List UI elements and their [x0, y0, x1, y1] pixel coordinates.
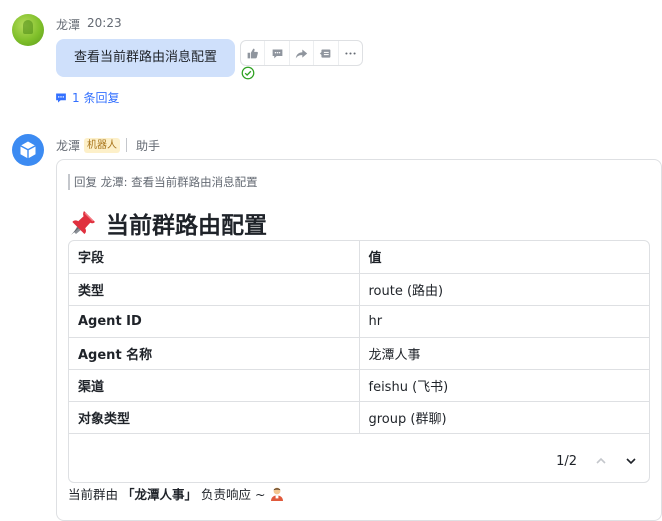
field-cell: 对象类型	[69, 401, 360, 434]
card-title-text: 当前群路由配置	[106, 213, 267, 239]
message-toolbar	[240, 40, 363, 66]
table-row: Agent 名称 龙潭人事	[69, 337, 649, 370]
table-row: 对象类型 group (群聊)	[69, 401, 649, 434]
reply-quote[interactable]: 回复 龙潭: 查看当前群路由消息配置	[68, 174, 258, 190]
chevron-down-icon[interactable]	[625, 455, 637, 467]
user-avatar[interactable]	[12, 14, 44, 46]
bot-badge: 机器人	[84, 138, 120, 153]
reply-count[interactable]: 1 条回复	[72, 89, 119, 106]
config-table: 字段 值 类型 route (路由) Agent ID hr Agent 名称 …	[68, 240, 650, 483]
value-cell: route (路由)	[359, 273, 649, 306]
message-bubble[interactable]: 查看当前群路由消息配置	[56, 39, 235, 77]
value-cell: hr	[359, 305, 649, 338]
field-cell: 类型	[69, 273, 360, 306]
table-header-row: 字段 值	[69, 241, 649, 274]
field-cell: 渠道	[69, 369, 360, 402]
comment-icon[interactable]	[265, 41, 290, 65]
pushpin-icon	[71, 211, 95, 235]
value-cell: 龙潭人事	[359, 337, 649, 370]
footer-prefix: 当前群由	[68, 487, 119, 502]
footer-agent-name: 「龙潭人事」	[122, 487, 198, 502]
thumbs-up-icon[interactable]	[241, 41, 266, 65]
message-time: 20:23	[87, 16, 122, 30]
reply-icon	[56, 93, 66, 102]
sender-name[interactable]: 龙潭	[56, 16, 80, 33]
field-cell: Agent ID	[69, 305, 360, 338]
thread-reply-link[interactable]: 1 条回复	[55, 89, 119, 106]
page-indicator: 1/2	[556, 453, 577, 469]
table-row: Agent ID hr	[69, 305, 649, 338]
sender-name[interactable]: 龙潭	[56, 137, 80, 154]
table-pagination: 1/2	[69, 441, 649, 481]
value-cell: feishu (飞书)	[359, 369, 649, 402]
card-footer-text: 当前群由 「龙潭人事」 负责响应 ~	[68, 484, 285, 503]
forward-icon[interactable]	[290, 41, 315, 65]
table-header-cell: 值	[359, 241, 649, 274]
more-icon[interactable]	[339, 41, 362, 65]
card-title: 当前群路由配置	[68, 206, 267, 240]
assistant-label: 助手	[136, 139, 161, 153]
cube-icon	[20, 141, 36, 159]
table-header-cell: 字段	[69, 241, 360, 274]
read-check-icon	[241, 65, 255, 84]
value-cell: group (群聊)	[359, 401, 649, 434]
chevron-up-icon[interactable]	[595, 455, 607, 467]
meta-divider	[126, 138, 127, 152]
quote-reply-icon[interactable]	[314, 41, 339, 65]
footer-suffix: 负责响应 ~	[201, 487, 266, 502]
bot-avatar[interactable]	[12, 134, 44, 166]
field-cell: Agent 名称	[69, 337, 360, 370]
table-row: 类型 route (路由)	[69, 273, 649, 306]
table-row: 渠道 feishu (飞书)	[69, 369, 649, 402]
person-emoji-icon	[271, 487, 284, 501]
